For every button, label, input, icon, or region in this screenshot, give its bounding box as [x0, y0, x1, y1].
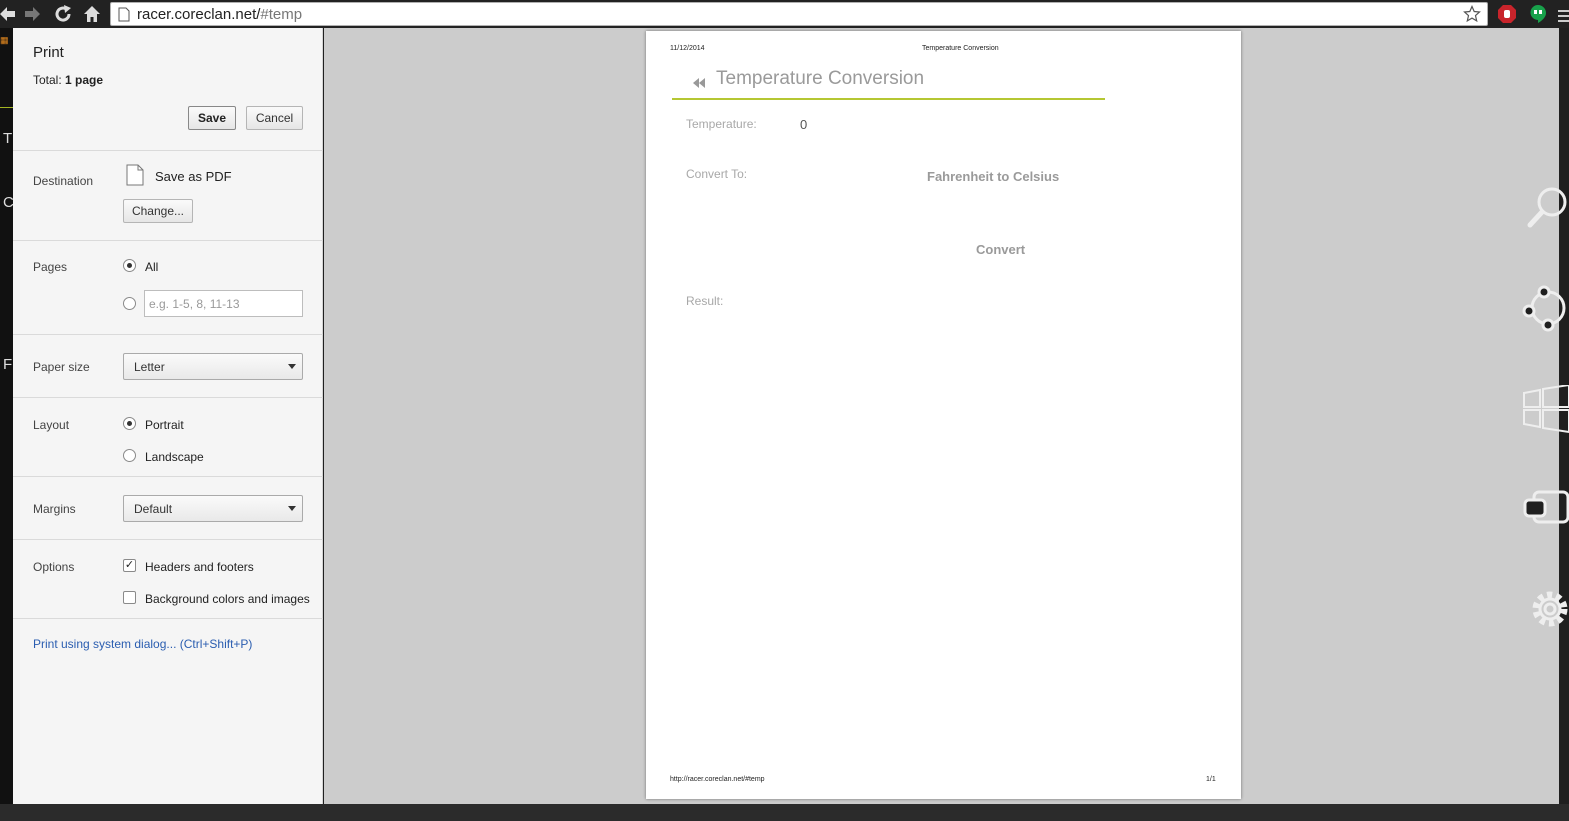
devices-charm-icon[interactable] — [1520, 486, 1569, 534]
divider — [13, 240, 323, 241]
doc-title: Temperature Conversion — [716, 68, 925, 89]
footer-page-number: 1/1 — [1206, 776, 1216, 783]
divider — [13, 539, 323, 540]
forward-icon[interactable] — [22, 3, 44, 25]
pages-label: Pages — [33, 260, 68, 274]
edge-letter: T — [3, 130, 13, 147]
chevron-down-icon — [288, 364, 296, 369]
hangouts-icon[interactable] — [1528, 4, 1548, 28]
cancel-button[interactable]: Cancel — [246, 106, 303, 130]
pages-all-label: All — [145, 260, 159, 274]
document-icon — [126, 164, 144, 191]
rewind-icon — [692, 74, 706, 93]
url-text: racer.coreclan.net/#temp — [137, 6, 303, 23]
browser-toolbar: racer.coreclan.net/#temp — [0, 0, 1569, 28]
background-checkbox[interactable] — [123, 591, 136, 604]
back-icon[interactable] — [0, 3, 18, 25]
start-charm-icon[interactable] — [1520, 383, 1569, 439]
title-underline — [672, 98, 1105, 100]
header-date: 11/12/2014 — [670, 45, 705, 52]
charms-bar — [1520, 28, 1569, 804]
reload-icon[interactable] — [52, 3, 74, 25]
margins-select[interactable]: Default — [123, 495, 303, 522]
destination-label: Destination — [33, 174, 94, 188]
landscape-label: Landscape — [145, 450, 204, 464]
divider — [13, 334, 323, 335]
chevron-down-icon — [288, 506, 296, 511]
layout-label: Layout — [33, 418, 70, 432]
options-label: Options — [33, 560, 75, 574]
portrait-label: Portrait — [145, 418, 184, 432]
underlying-page-edge: ▦ T C F — [0, 28, 14, 821]
temperature-value: 0 — [800, 117, 808, 132]
temperature-label: Temperature: — [686, 117, 757, 131]
pages-all-radio[interactable] — [123, 259, 136, 272]
result-label: Result: — [686, 294, 724, 308]
paper-size-label: Paper size — [33, 360, 90, 374]
divider — [13, 618, 323, 619]
preview-page: 11/12/2014 Temperature Conversion Temper… — [646, 31, 1241, 799]
total-pages: Total: 1 page — [33, 73, 104, 87]
menu-icon[interactable] — [1558, 8, 1569, 27]
print-settings-panel: Print Total: 1 page Save Cancel Destinat… — [13, 28, 323, 804]
divider — [13, 150, 323, 151]
headers-footers-checkbox[interactable]: ✓ — [123, 559, 136, 572]
convert-to-value: Fahrenheit to Celsius — [927, 169, 1060, 184]
divider — [13, 397, 323, 398]
save-button[interactable]: Save — [188, 106, 236, 130]
pages-range-radio[interactable] — [123, 297, 136, 310]
system-dialog-link[interactable]: Print using system dialog... (Ctrl+Shift… — [33, 637, 252, 651]
convert-to-label: Convert To: — [686, 167, 748, 181]
margins-label: Margins — [33, 502, 76, 516]
print-preview-area: 11/12/2014 Temperature Conversion Temper… — [324, 28, 1559, 804]
paper-size-select[interactable]: Letter — [123, 353, 303, 380]
pages-range-input[interactable]: e.g. 1-5, 8, 11-13 — [144, 290, 303, 317]
change-destination-button[interactable]: Change... — [123, 199, 193, 223]
page-icon — [118, 7, 130, 26]
destination-value: Save as PDF — [155, 169, 232, 184]
print-title: Print — [33, 44, 64, 61]
headers-footers-label: Headers and footers — [145, 560, 254, 574]
portrait-radio[interactable] — [123, 417, 136, 430]
apps-icon: ▦ — [0, 35, 9, 45]
page-divider — [0, 107, 13, 108]
taskbar-edge — [0, 804, 1569, 821]
address-bar[interactable]: racer.coreclan.net/#temp — [110, 2, 1488, 26]
home-icon[interactable] — [81, 3, 103, 25]
edge-letter: F — [3, 356, 13, 373]
background-label: Background colors and images — [145, 592, 310, 606]
search-charm-icon[interactable] — [1520, 184, 1569, 238]
landscape-radio[interactable] — [123, 449, 136, 462]
convert-button: Convert — [976, 242, 1026, 257]
divider — [13, 476, 323, 477]
settings-charm-icon[interactable] — [1520, 584, 1569, 638]
footer-url: http://racer.coreclan.net/#temp — [670, 776, 765, 783]
adblock-icon[interactable] — [1497, 4, 1517, 28]
star-icon[interactable] — [1463, 5, 1481, 27]
share-charm-icon[interactable] — [1520, 283, 1569, 337]
header-title: Temperature Conversion — [922, 45, 999, 52]
